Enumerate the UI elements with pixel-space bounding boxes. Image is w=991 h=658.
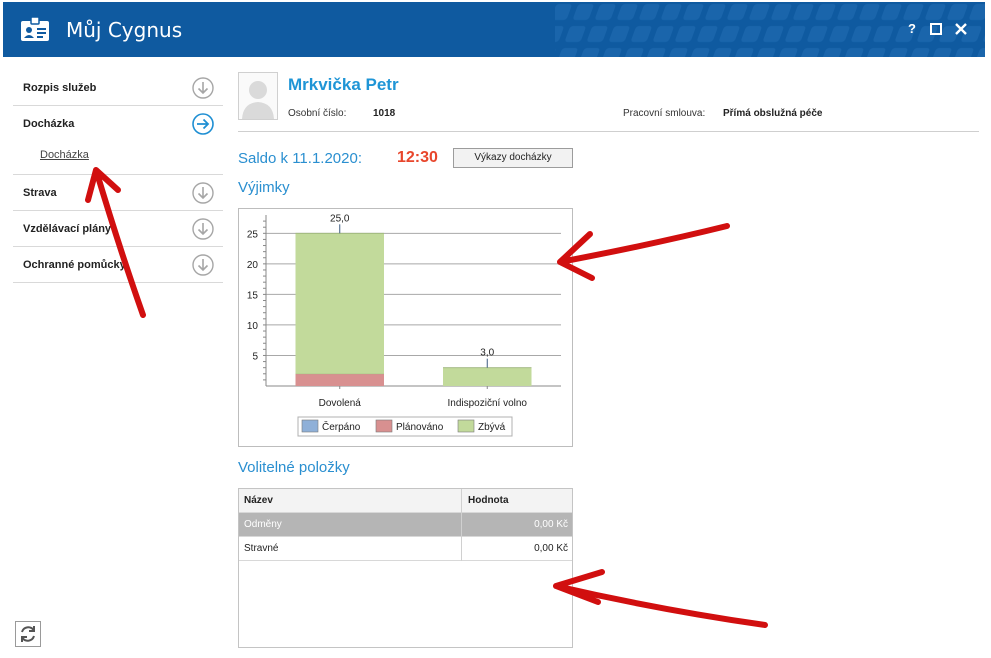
maximize-icon — [930, 23, 942, 35]
sidebar-item-vzdelavaci-plany[interactable]: Vzdělávací plány — [13, 211, 223, 247]
close-icon — [955, 23, 967, 35]
y-tick-label: 15 — [247, 290, 259, 301]
saldo-value: 12:30 — [397, 149, 438, 166]
sidebar-subitem-dochazka[interactable]: Docházka — [13, 141, 223, 175]
employee-id-value: 1018 — [373, 108, 396, 119]
titlebar-pattern — [555, 2, 985, 57]
legend-swatch — [457, 419, 475, 433]
legend-swatch — [375, 419, 393, 433]
person-name: Mrkvička Petr — [288, 75, 399, 94]
bar-segment — [443, 367, 532, 386]
header-divider — [238, 131, 979, 132]
refresh-icon — [21, 626, 35, 642]
avatar — [238, 72, 278, 120]
row-name: Odměny — [244, 519, 282, 530]
legend-swatch — [301, 419, 319, 433]
attendance-reports-button[interactable]: Výkazy docházky — [453, 148, 573, 168]
bar-segment — [295, 373, 384, 386]
exceptions-title: Výjimky — [238, 179, 290, 196]
table-row[interactable]: Odměny 0,00 Kč — [239, 513, 572, 537]
annotation-arrow — [557, 223, 730, 281]
sidebar-item-ochranne-pomucky[interactable]: Ochranné pomůcky — [13, 247, 223, 283]
title-bar: Můj Cygnus ? — [3, 2, 985, 57]
optional-items-table: Název Hodnota Odměny 0,00 Kč Stravné 0,0… — [238, 488, 573, 648]
chevron-down-circle-icon[interactable] — [192, 218, 214, 240]
column-separator — [461, 513, 462, 537]
optional-items-title: Volitelné položky — [238, 459, 350, 476]
y-tick-label: 5 — [252, 351, 258, 362]
sidebar-item-label: Ochranné pomůcky — [23, 259, 126, 271]
help-button[interactable]: ? — [904, 21, 920, 37]
sidebar-item-label: Docházka — [23, 118, 75, 130]
chevron-down-circle-icon[interactable] — [192, 77, 214, 99]
row-value: 0,00 Kč — [534, 519, 568, 530]
contract-value: Přímá obslužná péče — [723, 108, 823, 119]
chevron-down-circle-icon[interactable] — [192, 182, 214, 204]
refresh-button[interactable] — [15, 621, 41, 647]
maximize-button[interactable] — [928, 21, 944, 37]
column-header-name[interactable]: Název — [244, 489, 273, 513]
x-tick-label: Dovolená — [319, 398, 362, 409]
y-tick-label: 10 — [247, 321, 259, 332]
sidebar: Rozpis služeb Docházka Docházka Strava V… — [13, 70, 223, 283]
saldo-label: Saldo k 11.1.2020: — [238, 150, 362, 167]
legend-label: Čerpáno — [322, 420, 361, 433]
app-title: Můj Cygnus — [66, 18, 183, 42]
sidebar-subitem-label[interactable]: Docházka — [40, 149, 89, 161]
app-badge-icon — [21, 16, 49, 41]
sidebar-item-label: Strava — [23, 187, 57, 199]
sidebar-item-strava[interactable]: Strava — [13, 175, 223, 211]
bar-segment — [295, 233, 384, 374]
y-tick-label: 25 — [247, 229, 259, 240]
legend-label: Plánováno — [396, 422, 444, 433]
contract-label: Pracovní smlouva: — [623, 108, 706, 119]
data-label: 3,0 — [480, 348, 494, 359]
sidebar-item-label: Vzdělávací plány — [23, 223, 112, 235]
exceptions-chart-svg: 5 10 15 20 25 25,0 Dovolená 3,0 Indispoziční vol… — [247, 213, 561, 437]
sidebar-item-rozpis-sluzeb[interactable]: Rozpis služeb — [13, 70, 223, 106]
legend-label: Zbývá — [478, 422, 506, 433]
row-value: 0,00 Kč — [534, 543, 568, 554]
table-row[interactable]: Stravné 0,00 Kč — [239, 537, 572, 561]
employee-id-label: Osobní číslo: — [288, 108, 347, 119]
person-silhouette-icon — [242, 81, 274, 119]
row-name: Stravné — [244, 543, 279, 554]
x-tick-label: Indispoziční volno — [448, 398, 528, 409]
column-separator — [461, 489, 462, 513]
column-separator — [461, 537, 462, 561]
app-window: Můj Cygnus ? Rozpis služeb Docházka Doch… — [0, 0, 991, 658]
chevron-down-circle-icon[interactable] — [192, 254, 214, 276]
arrow-right-circle-icon[interactable] — [192, 113, 214, 135]
sidebar-item-label: Rozpis služeb — [23, 82, 97, 94]
table-header-row: Název Hodnota — [239, 489, 572, 513]
column-header-value[interactable]: Hodnota — [468, 489, 509, 513]
y-tick-label: 20 — [247, 260, 259, 271]
sidebar-item-dochazka[interactable]: Docházka — [13, 106, 223, 142]
close-button[interactable] — [953, 21, 969, 37]
annotation-arrow — [553, 569, 768, 628]
data-label: 25,0 — [330, 213, 350, 224]
exceptions-chart: 5 10 15 20 25 25,0 Dovolená 3,0 Indispoziční vol… — [238, 208, 573, 447]
